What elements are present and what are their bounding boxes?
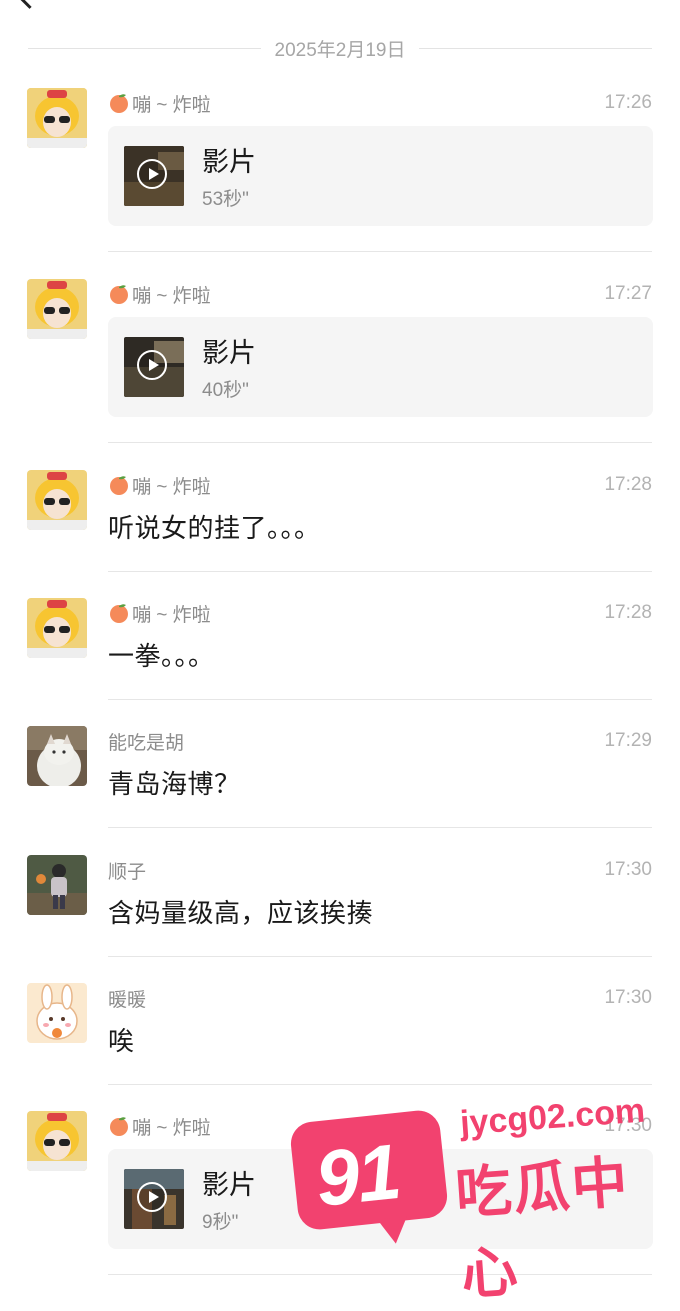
- message-divider: [108, 1084, 652, 1085]
- sender-name[interactable]: 嘣 ~ 炸啦: [108, 281, 211, 308]
- play-icon: [137, 350, 167, 380]
- message-time: 17:28: [604, 474, 652, 495]
- sender-name-text: 嘣 ~ 炸啦: [132, 604, 211, 626]
- message-divider: [108, 956, 652, 957]
- sender-name[interactable]: 嘣 ~ 炸啦: [108, 600, 211, 627]
- video-duration: 40秒": [202, 380, 249, 401]
- message-divider: [108, 699, 652, 700]
- sender-name-text: 嘣 ~ 炸啦: [132, 1117, 211, 1139]
- sender-name-text: 嘣 ~ 炸啦: [132, 285, 211, 307]
- avatar[interactable]: [27, 1111, 87, 1171]
- date-separator-line-right: [419, 47, 652, 49]
- avatar[interactable]: [27, 983, 87, 1043]
- message-time: 17:27: [604, 283, 652, 304]
- message-time: 17:29: [604, 730, 652, 751]
- avatar[interactable]: [27, 855, 87, 915]
- video-title: 影片: [202, 1170, 256, 1200]
- video-duration: 9秒": [202, 1212, 239, 1233]
- watermark-number: 91: [311, 1126, 404, 1224]
- sender-name[interactable]: 嘣 ~ 炸啦: [108, 90, 211, 117]
- watermark-name: 吃瓜中心: [453, 1150, 632, 1306]
- sender-name[interactable]: 嘣 ~ 炸啦: [108, 1113, 211, 1140]
- message-time: 17:30: [604, 859, 652, 880]
- date-separator-label: 2025年2月19日: [274, 39, 406, 61]
- message-text: 听说女的挂了。。。: [108, 513, 321, 543]
- play-icon: [137, 159, 167, 189]
- message-header: 嘣 ~ 炸啦 17:26: [108, 90, 652, 116]
- message-header: 顺子 17:30: [108, 857, 652, 883]
- message-text: 青岛海博？: [108, 769, 241, 799]
- back-arrow-icon[interactable]: [16, 0, 43, 9]
- watermark: 91 jycg02.com 吃瓜中心: [288, 1092, 660, 1306]
- date-separator: 2025年2月19日: [28, 36, 652, 61]
- video-card[interactable]: 影片 53秒": [108, 126, 653, 226]
- video-thumbnail: [124, 337, 184, 397]
- video-title: 影片: [202, 338, 256, 368]
- message-header: 能吃是胡 17:29: [108, 728, 652, 754]
- message-time: 17:26: [604, 92, 652, 113]
- sender-name[interactable]: 嘣 ~ 炸啦: [108, 472, 211, 499]
- sender-name-text: 顺子: [108, 861, 147, 883]
- video-duration: 53秒": [202, 189, 249, 210]
- avatar[interactable]: [27, 598, 87, 658]
- message-header: 嘣 ~ 炸啦 17:28: [108, 472, 652, 498]
- message-time: 17:30: [604, 987, 652, 1008]
- peach-emoji-icon: [110, 94, 128, 113]
- message-divider: [108, 827, 652, 828]
- peach-emoji-icon: [110, 1117, 128, 1136]
- video-thumbnail: [124, 146, 184, 206]
- sender-name-text: 能吃是胡: [108, 732, 185, 754]
- sender-name[interactable]: 暖暖: [108, 985, 146, 1012]
- peach-emoji-icon: [110, 604, 128, 623]
- message-text: 唉: [108, 1026, 135, 1056]
- sender-name-text: 嘣 ~ 炸啦: [132, 94, 211, 116]
- watermark-url: jycg02.com: [458, 1091, 647, 1143]
- peach-emoji-icon: [110, 285, 128, 304]
- avatar[interactable]: [27, 88, 87, 148]
- avatar[interactable]: [27, 470, 87, 530]
- sender-name[interactable]: 顺子: [108, 857, 146, 884]
- sender-name[interactable]: 能吃是胡: [108, 728, 184, 755]
- message-text: 含妈量级高，应该挨揍: [108, 898, 374, 928]
- sender-name-text: 嘣 ~ 炸啦: [132, 476, 211, 498]
- message-header: 嘣 ~ 炸啦 17:27: [108, 281, 652, 307]
- message-header: 暖暖 17:30: [108, 985, 652, 1011]
- message-divider: [108, 571, 652, 572]
- peach-emoji-icon: [110, 476, 128, 495]
- sender-name-text: 暖暖: [108, 989, 147, 1011]
- message-header: 嘣 ~ 炸啦 17:28: [108, 600, 652, 626]
- message-time: 17:28: [604, 602, 652, 623]
- avatar[interactable]: [27, 279, 87, 339]
- avatar[interactable]: [27, 726, 87, 786]
- video-card[interactable]: 影片 40秒": [108, 317, 653, 417]
- play-icon: [137, 1182, 167, 1212]
- message-divider: [108, 251, 652, 252]
- message-text: 一拳。。。: [108, 641, 215, 671]
- date-separator-line-left: [28, 47, 261, 49]
- video-title: 影片: [202, 147, 256, 177]
- message-divider: [108, 442, 652, 443]
- video-thumbnail: [124, 1169, 184, 1229]
